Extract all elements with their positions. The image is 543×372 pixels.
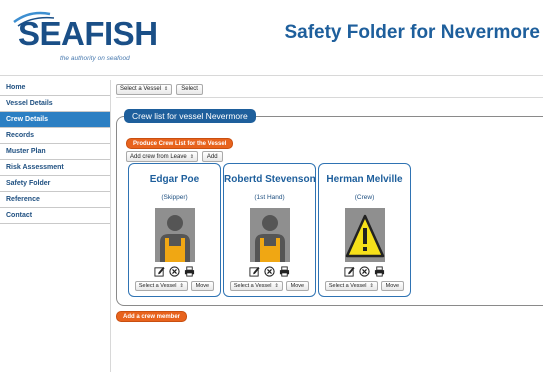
- sidebar-item-records[interactable]: Records: [0, 128, 110, 144]
- logo-tagline: the authority on seafood: [60, 55, 130, 62]
- crew-actions: [319, 266, 410, 277]
- add-from-leave-row: Add crew from Leave ⇕ Add: [126, 151, 223, 162]
- print-icon[interactable]: [184, 266, 195, 277]
- chevron-updown-icon: ⇕: [274, 283, 279, 289]
- select-vessel-button[interactable]: Select: [176, 83, 203, 95]
- vessel-select[interactable]: Select a Vessel ⇕: [116, 83, 173, 95]
- crew-role: (Skipper): [161, 194, 188, 201]
- move-crew-button[interactable]: Move: [285, 281, 310, 291]
- chevron-updown-icon: ⇕: [179, 283, 184, 289]
- warning-sign-icon: [345, 208, 385, 262]
- print-icon[interactable]: [374, 266, 385, 277]
- crew-name: Edgar Poe: [149, 174, 200, 185]
- crew-actions: [129, 266, 220, 277]
- sidebar-item-vessel-details[interactable]: Vessel Details: [0, 96, 110, 112]
- crew-list-legend: Crew list for vessel Nevermore: [124, 109, 256, 123]
- person-silhouette-icon: [250, 208, 290, 262]
- sidebar-item-muster-plan[interactable]: Muster Plan: [0, 144, 110, 160]
- produce-crew-list-button[interactable]: Produce Crew List for the Vessel: [126, 138, 234, 149]
- crew-vessel-select[interactable]: Select a Vessel ⇕: [134, 281, 188, 291]
- page-title: Safety Folder for Nevermore: [284, 22, 540, 43]
- edit-icon[interactable]: [344, 266, 355, 277]
- sidebar-item-contact[interactable]: Contact: [0, 208, 110, 224]
- crew-name: Herman Melville: [326, 174, 403, 185]
- sidebar-item-reference[interactable]: Reference: [0, 192, 110, 208]
- vessel-select-bar: Select a Vessel ⇕ Select: [116, 83, 203, 95]
- sidebar-item-crew-details[interactable]: Crew Details: [0, 112, 110, 128]
- sidebar-item-risk-assessment[interactable]: Risk Assessment: [0, 160, 110, 176]
- crew-vessel-select-value: Select a Vessel: [328, 283, 367, 289]
- crew-vessel-select[interactable]: Select a Vessel ⇕: [324, 281, 378, 291]
- chevron-updown-icon: ⇕: [164, 86, 169, 92]
- crew-from-leave-value: Add crew from Leave: [130, 153, 187, 160]
- crew-actions: [224, 266, 315, 277]
- crew-role: (1st Hand): [254, 194, 285, 201]
- crew-card: Edgar Poe (Skipper) Select a Vessel ⇕ Mo…: [128, 163, 221, 297]
- delete-icon[interactable]: [359, 266, 370, 277]
- edit-icon[interactable]: [249, 266, 260, 277]
- logo-word: SEAFISH: [18, 15, 158, 52]
- print-icon[interactable]: [279, 266, 290, 277]
- sidebar-divider: [110, 80, 111, 372]
- seafish-logo[interactable]: SEAFISH the authority on seafood: [10, 8, 158, 68]
- move-crew-button[interactable]: Move: [380, 281, 405, 291]
- delete-icon[interactable]: [264, 266, 275, 277]
- add-from-leave-button[interactable]: Add: [201, 151, 223, 162]
- crew-vessel-select-value: Select a Vessel: [233, 283, 272, 289]
- delete-icon[interactable]: [169, 266, 180, 277]
- move-crew-button[interactable]: Move: [190, 281, 215, 291]
- add-crew-member-button[interactable]: Add a crew member: [116, 311, 188, 322]
- chevron-updown-icon: ⇕: [189, 153, 194, 160]
- crew-card: Herman Melville (Crew) Select a Vessel ⇕…: [318, 163, 411, 297]
- person-silhouette-icon: [155, 208, 195, 262]
- edit-icon[interactable]: [154, 266, 165, 277]
- vessel-select-value: Select a Vessel: [120, 86, 162, 92]
- crew-move-controls: Select a Vessel ⇕ Move: [224, 281, 315, 291]
- sidebar-item-safety-folder[interactable]: Safety Folder: [0, 176, 110, 192]
- header: SEAFISH the authority on seafood Safety …: [0, 0, 543, 76]
- crew-move-controls: Select a Vessel ⇕ Move: [129, 281, 220, 291]
- chevron-updown-icon: ⇕: [369, 283, 374, 289]
- crew-vessel-select[interactable]: Select a Vessel ⇕: [229, 281, 283, 291]
- crew-from-leave-select[interactable]: Add crew from Leave ⇕: [126, 151, 198, 162]
- crew-role: (Crew): [354, 194, 375, 201]
- crew-vessel-select-value: Select a Vessel: [138, 283, 177, 289]
- crew-card: Robertd Stevenson (1st Hand) Select a Ve…: [223, 163, 316, 297]
- sidebar-item-home[interactable]: Home: [0, 80, 110, 96]
- sidebar-nav: Home Vessel Details Crew Details Records…: [0, 80, 110, 224]
- crew-move-controls: Select a Vessel ⇕ Move: [319, 281, 410, 291]
- crew-name: Robertd Stevenson: [224, 174, 316, 185]
- topbar-divider: [116, 97, 543, 98]
